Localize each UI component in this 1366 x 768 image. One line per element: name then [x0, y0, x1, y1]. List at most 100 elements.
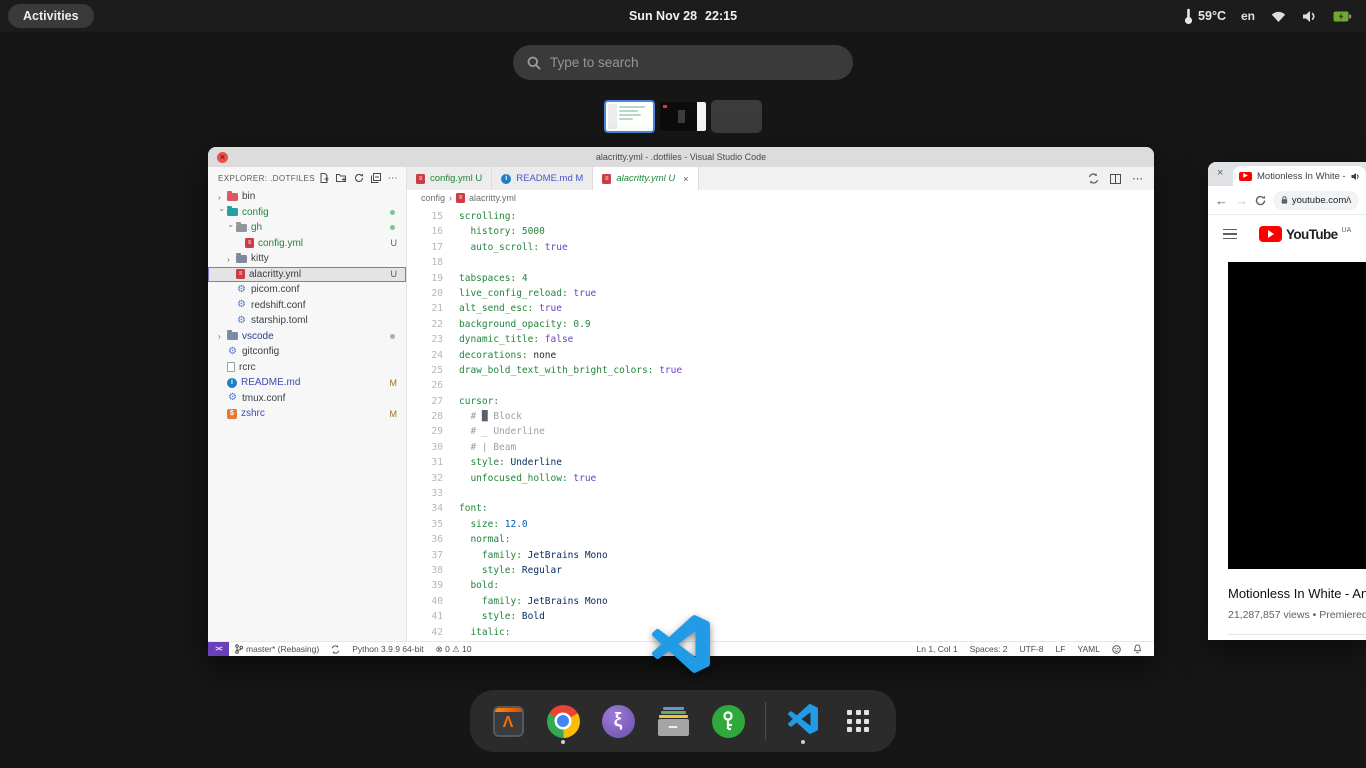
new-folder-icon[interactable]	[336, 173, 347, 183]
dock-item-emacs[interactable]: ξ	[600, 697, 636, 745]
gear-icon: ⚙	[227, 347, 238, 357]
chevron-icon[interactable]: ›	[218, 209, 228, 218]
video-player[interactable]	[1228, 262, 1366, 569]
workspace-thumbnail-active[interactable]	[604, 100, 655, 133]
editor-tab-readme-md[interactable]: iREADME.md M	[492, 167, 593, 190]
video-title: Motionless In White - Anot	[1228, 586, 1366, 601]
tree-item-rcrc[interactable]: rcrc	[208, 360, 406, 376]
line-number: 34	[407, 503, 443, 518]
alacritty-icon: Λ	[493, 706, 524, 737]
tree-item-config-yml[interactable]: ≡config.ymlU	[208, 236, 406, 252]
sync-icon[interactable]	[331, 645, 340, 654]
status-text[interactable]: LF	[1056, 644, 1066, 654]
breadcrumb-folder[interactable]: config	[421, 193, 445, 203]
tab-close-icon[interactable]: ×	[1217, 167, 1223, 179]
breadcrumb[interactable]: config › ≡ alacritty.yml	[407, 190, 1154, 206]
reload-icon[interactable]	[1255, 195, 1266, 206]
chrome-window[interactable]: × ▶ Motionless In White - A ← → youtube.…	[1208, 162, 1366, 640]
code-text: # | Beam	[443, 442, 516, 457]
editor-tab-alacritty-yml[interactable]: ≡alacritty.yml U×	[593, 167, 698, 190]
tree-item-alacritty-yml[interactable]: ≡alacritty.ymlU	[208, 267, 406, 283]
code-line: 21alt_send_esc: true	[407, 303, 1154, 318]
tab-audio-icon[interactable]	[1351, 172, 1360, 181]
window-close-button[interactable]: ×	[217, 152, 228, 163]
address-bar[interactable]: youtube.com/wa	[1273, 191, 1359, 210]
search-input[interactable]: Type to search	[513, 45, 853, 80]
activities-button[interactable]: Activities	[8, 4, 94, 28]
tree-item-label: picom.conf	[251, 284, 299, 295]
vscode-window[interactable]: × alacritty.yml - .dotfiles - Visual Stu…	[208, 147, 1154, 656]
wifi-icon	[1270, 10, 1287, 23]
status-text[interactable]: Python 3.9.9 64-bit	[352, 644, 423, 654]
line-number: 36	[407, 534, 443, 549]
code-line: 36 normal:	[407, 534, 1154, 549]
tree-item-bin[interactable]: ›bin	[208, 189, 406, 205]
code-text: alt_send_esc: true	[443, 303, 562, 318]
line-number: 16	[407, 226, 443, 241]
code-text: font:	[443, 503, 488, 518]
tree-item-label: tmux.conf	[242, 393, 285, 404]
status-text[interactable]: UTF-8	[1019, 644, 1043, 654]
git-status-badge: U	[391, 269, 407, 279]
chevron-icon[interactable]: ›	[218, 331, 227, 341]
window-title: alacritty.yml - .dotfiles - Visual Studi…	[596, 152, 766, 162]
split-editor-icon[interactable]	[1110, 174, 1121, 184]
tree-item-picom-conf[interactable]: ⚙picom.conf	[208, 282, 406, 298]
workspace-thumbnail-video[interactable]	[660, 102, 706, 131]
collapse-all-icon[interactable]	[371, 173, 381, 183]
dock-item-chrome[interactable]	[545, 697, 581, 745]
temperature-indicator: 59°C	[1184, 8, 1226, 25]
tree-item-starship-toml[interactable]: ⚙starship.toml	[208, 313, 406, 329]
breadcrumb-file[interactable]: alacritty.yml	[469, 193, 516, 203]
tree-item-readme-md[interactable]: iREADME.mdM	[208, 375, 406, 391]
problems-status[interactable]: ⊗ 0 ⚠ 10	[436, 644, 472, 655]
tree-item-vscode[interactable]: ›vscode	[208, 329, 406, 345]
chevron-icon[interactable]: ›	[227, 224, 237, 233]
git-branch-status[interactable]: master* (Rebasing)	[235, 644, 319, 654]
chrome-active-tab[interactable]: ▶ Motionless In White - A	[1233, 166, 1366, 186]
code-line: 23dynamic_title: false	[407, 334, 1154, 349]
chevron-icon[interactable]: ›	[218, 192, 227, 202]
tree-item-redshift-conf[interactable]: ⚙redshift.conf	[208, 298, 406, 314]
dock-item-alacritty[interactable]: Λ	[490, 697, 526, 745]
feedback-icon[interactable]	[1112, 645, 1121, 654]
editor-code-area[interactable]: 15scrolling:16 history: 500017 auto_scro…	[407, 206, 1154, 641]
back-icon[interactable]: ←	[1215, 193, 1228, 208]
tree-item-gitconfig[interactable]: ⚙gitconfig	[208, 344, 406, 360]
code-line: 30 # | Beam	[407, 442, 1154, 457]
tab-title: Motionless In White - A	[1257, 171, 1346, 182]
dock-item-appgrid[interactable]	[840, 697, 876, 745]
forward-icon[interactable]: →	[1235, 193, 1248, 208]
editor-more-actions-icon[interactable]: ⋯	[1132, 172, 1143, 185]
status-text[interactable]: Spaces: 2	[970, 644, 1008, 654]
status-text[interactable]: Ln 1, Col 1	[917, 644, 958, 654]
dock-item-keepass[interactable]	[710, 697, 746, 745]
dock-item-files[interactable]	[655, 697, 691, 745]
status-text[interactable]: YAML	[1077, 644, 1100, 654]
workspace-thumbnail-empty[interactable]	[711, 100, 762, 133]
tree-item-tmux-conf[interactable]: ⚙tmux.conf	[208, 391, 406, 407]
tree-item-zshrc[interactable]: $zshrcM	[208, 406, 406, 422]
vscode-titlebar[interactable]: × alacritty.yml - .dotfiles - Visual Stu…	[208, 147, 1154, 167]
divider	[1228, 634, 1366, 635]
tree-item-kitty[interactable]: ›kitty	[208, 251, 406, 267]
more-actions-icon[interactable]: ⋯	[388, 173, 398, 184]
system-tray[interactable]: 59°C en	[1184, 8, 1366, 25]
tree-item-config[interactable]: ›config	[208, 205, 406, 221]
new-file-icon[interactable]	[319, 173, 329, 183]
dock-item-vscode[interactable]	[785, 697, 821, 745]
youtube-logo[interactable]: YouTube UA	[1259, 226, 1351, 242]
code-line: 17 auto_scroll: true	[407, 242, 1154, 257]
tree-item-gh[interactable]: ›gh	[208, 220, 406, 236]
chevron-icon[interactable]: ›	[227, 254, 236, 264]
editor-tab-config-yml[interactable]: ≡config.yml U	[407, 167, 492, 190]
bell-icon[interactable]	[1133, 644, 1142, 654]
tab-close-icon[interactable]: ×	[683, 174, 688, 184]
refresh-icon[interactable]	[354, 173, 364, 183]
dock: Λξ	[470, 690, 896, 752]
keyboard-layout[interactable]: en	[1241, 9, 1255, 23]
menu-icon[interactable]	[1223, 229, 1237, 240]
remote-indicator[interactable]: ><	[208, 642, 229, 656]
clock[interactable]: Sun Nov 28 22:15	[629, 9, 737, 23]
open-changes-icon[interactable]	[1088, 173, 1099, 184]
